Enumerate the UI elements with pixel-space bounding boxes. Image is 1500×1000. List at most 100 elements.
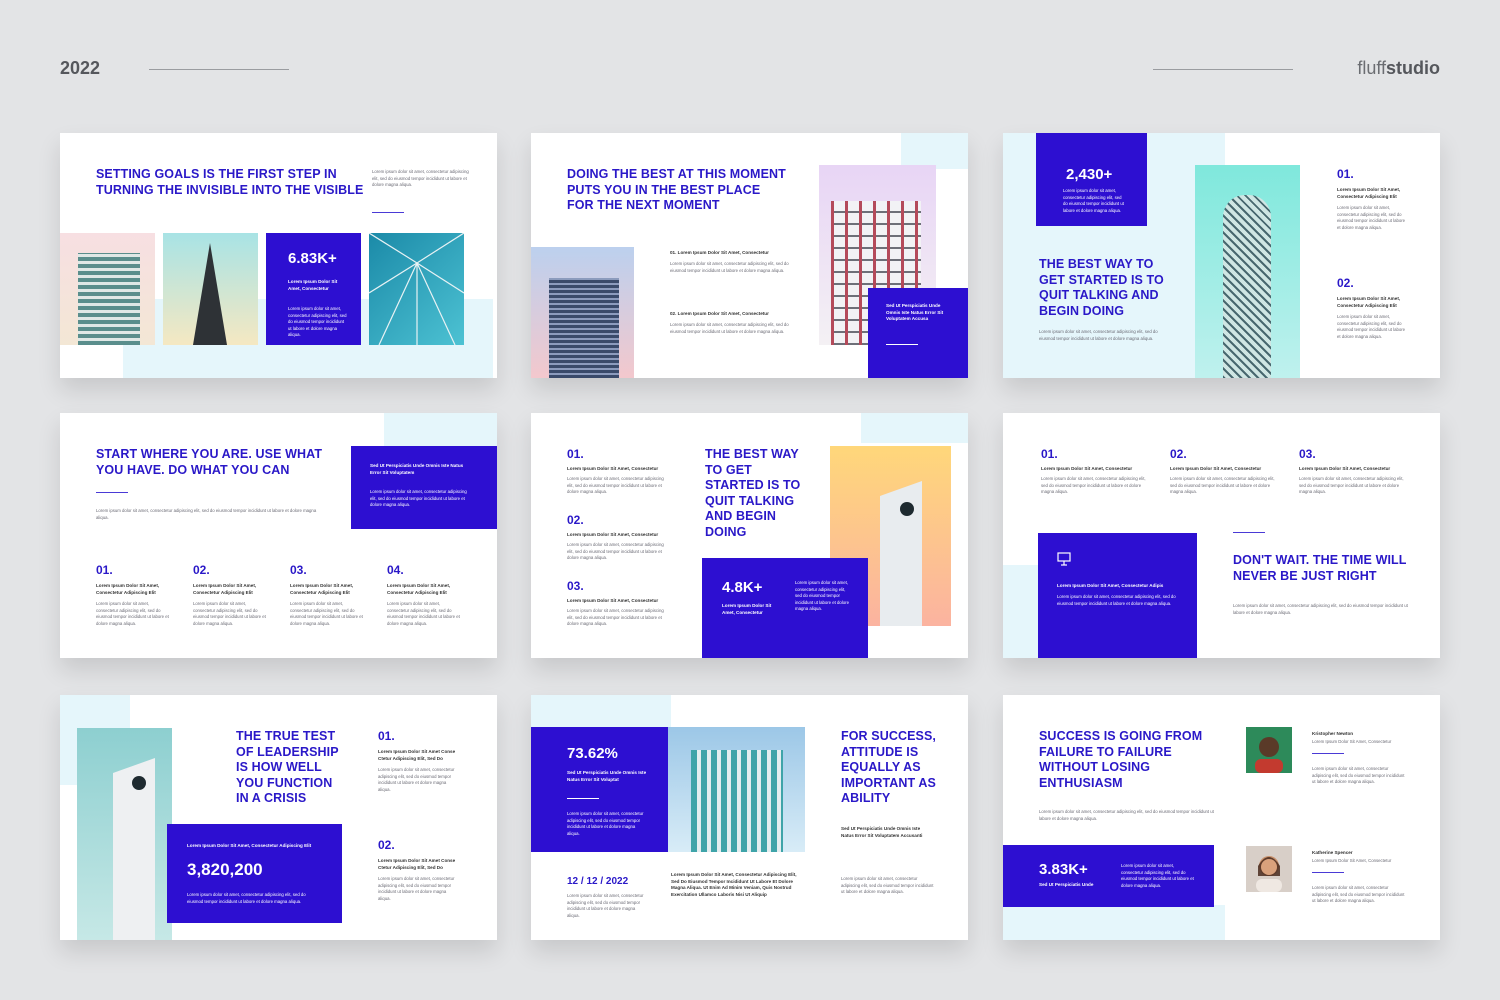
number-1: 01.	[96, 563, 113, 577]
label-2: Lorem Ipsum Dolor Sit Amet, Consectetur …	[193, 583, 257, 595]
slide-title: Don't wait. The time will never be just …	[1233, 553, 1407, 583]
label-1: Lorem Ipsum Dolor Sit Amet, Consectetur	[567, 466, 659, 471]
stat-value: 3,820,200	[187, 860, 263, 879]
body-2: Lorem ipsum dolor sit amet, consectetur …	[1337, 314, 1406, 339]
tower	[113, 758, 155, 940]
person-1-photo	[1255, 737, 1283, 773]
building-1	[78, 253, 140, 345]
stat-body: Lorem ipsum dolor sit amet, consectetur …	[567, 811, 644, 836]
number-2: 02.	[378, 838, 395, 852]
building	[691, 750, 783, 852]
body-1: Lorem ipsum dolor sit amet, consectetur …	[1337, 205, 1406, 230]
avatar-2	[1246, 846, 1292, 892]
building-1	[549, 278, 619, 378]
person-2-name: Katherine Spencer	[1312, 850, 1353, 855]
number-1: 01.	[1337, 167, 1354, 181]
slide-8[interactable]: 73.62% Sed Ut Perspiciatis Unde Omnis Is…	[531, 695, 968, 940]
body-text: Lorem ipsum dolor sit amet, consectetur …	[1233, 603, 1408, 615]
label-2: Lorem Ipsum Dolor Sit Amet Conse Ctetur …	[378, 858, 456, 870]
photo-caption: Lorem Ipsum Dolor Sit Amet, Consectetur …	[671, 872, 797, 897]
label-3: Lorem Ipsum Dolor Sit Amet, Consectetur	[1299, 466, 1391, 471]
stat-label: Sed Ut Perspiciatis Unde Omnis Iste Natu…	[567, 770, 647, 782]
stat-body: Lorem ipsum dolor sit amet, consectetur …	[1063, 188, 1124, 213]
subtitle: Sed Ut Perspiciatis Unde Omnis Iste Natu…	[841, 826, 923, 838]
stat-value: 6.83K+	[288, 250, 337, 267]
bridge-cables	[369, 233, 464, 345]
stat-label: Sed Ut Perspiciatis Unde	[1039, 882, 1094, 887]
title-rule	[372, 212, 404, 213]
slide-2[interactable]: Doing the best at this moment puts you i…	[531, 133, 968, 378]
stat-value: 4.8K+	[722, 579, 763, 596]
slide-7[interactable]: The true test of leadership is how well …	[60, 695, 497, 940]
quote-box	[868, 288, 968, 378]
body-3: Lorem ipsum dolor sit amet, consectetur …	[1299, 476, 1404, 494]
body-text: Lorem ipsum dolor sit amet, consectetur …	[1039, 809, 1214, 821]
header-year: 2022	[60, 58, 101, 78]
stat-body: Lorem ipsum dolor sit amet, consectetur …	[795, 580, 849, 611]
tower	[1223, 195, 1271, 378]
date: 12 / 12 / 2022	[567, 876, 629, 887]
slide-1[interactable]: Setting goals is the first step in turni…	[60, 133, 497, 378]
tower-photo	[193, 243, 227, 345]
label-3: Lorem Ipsum Dolor Sit Amet, Consectetur …	[290, 583, 354, 595]
date-body: Lorem ipsum dolor sit amet, consectetur …	[567, 893, 644, 918]
person-2-photo	[1256, 856, 1282, 892]
number-4: 04.	[387, 563, 404, 577]
header-line-left	[149, 69, 289, 70]
body-3: Lorem ipsum dolor sit amet, consectetur …	[290, 601, 363, 626]
slide-title: Setting goals is the first step in turni…	[96, 167, 364, 197]
item-2-body: Lorem ipsum dolor sit amet, consectetur …	[670, 322, 789, 334]
stat-rule	[567, 798, 599, 799]
number-1: 01.	[1041, 447, 1058, 461]
quote-box-text: Sed Ut Perspiciatis Unde Omnis Iste Natu…	[370, 463, 464, 475]
presentation-icon	[1057, 552, 1071, 566]
label-1: Lorem Ipsum Dolor Sit Amet Conse Ctetur …	[378, 749, 456, 761]
label-2: Lorem Ipsum Dolor Sit Amet, Consectetur	[567, 532, 659, 537]
number-1: 01.	[567, 447, 584, 461]
body-2: Lorem ipsum dolor sit amet, consectetur …	[193, 601, 266, 626]
pale-block	[861, 413, 968, 443]
slide-title: Success is going from failure to failure…	[1039, 729, 1203, 790]
avatar-1	[1246, 727, 1292, 773]
stat-body: Lorem ipsum dolor sit amet, consectetur …	[187, 892, 306, 904]
stat-label: Lorem Ipsum Dolor Sit Amet, Consectetur	[722, 603, 772, 615]
pale-block	[901, 133, 968, 169]
slide-title: Start where you are. Use what you have. …	[96, 447, 323, 477]
item-1-title: 01. Lorem Ipsum Dolor Sit Amet, Consecte…	[670, 250, 769, 255]
number-3: 03.	[290, 563, 307, 577]
body-1: Lorem ipsum dolor sit amet, consectetur …	[96, 601, 169, 626]
stat-value: 3.83K+	[1039, 861, 1088, 878]
body-1: Lorem ipsum dolor sit amet, consectetur …	[378, 767, 455, 792]
label-3: Lorem Ipsum Dolor Sit Amet, Consectetur	[567, 598, 659, 603]
feature-label: Lorem Ipsum Dolor Sit Amet, Consectetur …	[1057, 583, 1164, 588]
label-1: Lorem Ipsum Dolor Sit Amet, Consectetur	[1041, 466, 1133, 471]
person-2-rule	[1312, 872, 1344, 873]
person-2-body: Lorem ipsum dolor sit amet, consectetur …	[1312, 885, 1405, 903]
quote-box-body: Lorem ipsum dolor sit amet, consectetur …	[370, 489, 467, 507]
slide-4[interactable]: Start where you are. Use what you have. …	[60, 413, 497, 658]
brand-light: fluff	[1357, 58, 1386, 78]
body-3: Lorem ipsum dolor sit amet, consectetur …	[567, 608, 664, 626]
person-1-name: Kristopher Newton	[1312, 731, 1354, 736]
quote-box-text: Sed Ut Perspiciatis Unde Omnis Iste Natu…	[886, 303, 944, 321]
stat-value: 73.62%	[567, 745, 618, 762]
stat-label: Lorem Ipsum Dolor Sit Amet, Consectetur	[288, 279, 338, 291]
body-2: Lorem ipsum dolor sit amet, consectetur …	[378, 876, 455, 901]
body-text: Lorem ipsum dolor sit amet, consectetur …	[96, 508, 317, 520]
slide-6[interactable]: 01. Lorem Ipsum Dolor Sit Amet, Consecte…	[1003, 413, 1440, 658]
slide-3[interactable]: 2,430+ Lorem ipsum dolor sit amet, conse…	[1003, 133, 1440, 378]
slide-title: Doing the best at this moment puts you i…	[567, 167, 786, 212]
body-1: Lorem ipsum dolor sit amet, consectetur …	[567, 476, 664, 494]
title-rule	[1233, 532, 1265, 533]
label-2: Lorem Ipsum Dolor Sit Amet, Consectetur …	[1337, 296, 1401, 308]
brand-bold: studio	[1386, 58, 1440, 78]
body-4: Lorem ipsum dolor sit amet, consectetur …	[387, 601, 460, 626]
slide-5[interactable]: 01. Lorem Ipsum Dolor Sit Amet, Consecte…	[531, 413, 968, 658]
person-1-role: Lorem Ipsum Dolor Sit Amet, Consectetur	[1312, 739, 1392, 744]
slide-9[interactable]: Success is going from failure to failure…	[1003, 695, 1440, 940]
header-brand: fluffstudio	[1357, 58, 1440, 79]
stat-body: Lorem ipsum dolor sit amet, consectetur …	[1121, 863, 1194, 888]
item-2-title: 02. Lorem Ipsum Dolor Sit Amet, Consecte…	[670, 311, 769, 316]
pale-block	[384, 413, 497, 447]
number-2: 02.	[1170, 447, 1187, 461]
